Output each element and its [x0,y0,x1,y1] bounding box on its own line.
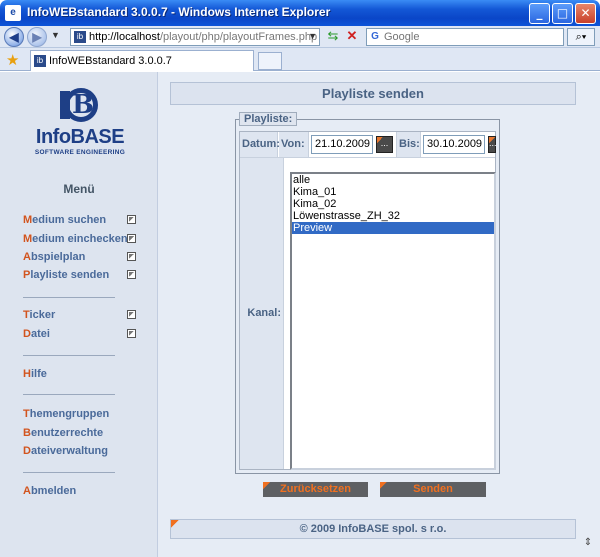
sidebar: B InfoBASE SOFTWARE ENGINEERING Menü Med… [0,72,158,557]
footer-copyright: © 2009 InfoBASE spol. s r.o. [170,519,576,539]
refresh-icon[interactable]: ⇆ [324,28,342,46]
tab-active[interactable]: ib InfoWEBstandard 3.0.0.7 [30,50,254,71]
menu-checkbox-icon [127,215,136,224]
menu-checkbox-icon [127,310,136,319]
infobase-logo: B InfoBASE SOFTWARE ENGINEERING [30,88,130,158]
kanal-label: Kanal: [240,158,284,469]
minimize-button[interactable]: _ [529,3,550,24]
page-favicon: ib [74,31,86,43]
reset-button[interactable]: Zurücksetzen [263,482,368,497]
logo-mark: B [58,88,102,122]
page-content: B InfoBASE SOFTWARE ENGINEERING Menü Med… [0,72,600,557]
menu-checkbox-icon [127,329,136,338]
list-item[interactable]: alle [292,174,494,186]
menu-item-benutzerrechte[interactable]: Benutzerrechte [23,427,103,439]
menu-divider [23,355,115,356]
menu-title: Menü [63,182,95,196]
von-calendar-button[interactable]: ... [376,136,393,153]
form-table: Datum: Von: 21.10.2009 ... Bis: 30.10.20… [239,131,497,470]
stop-icon[interactable]: ✕ [343,28,361,46]
bis-date-field[interactable]: 30.10.2009 [423,135,485,154]
url-path: /playout/php/playoutFrames.php [159,31,318,43]
url-host: http://localhost [89,31,160,43]
menu-item-abspielplan[interactable]: Abspielplan [23,251,85,263]
logo-tagline: SOFTWARE ENGINEERING [34,149,126,156]
window-title: InfoWEBstandard 3.0.0.7 - Windows Intern… [27,5,331,19]
list-item[interactable]: Löwenstrasse_ZH_32 [292,210,494,222]
url-field[interactable]: ib http://localhost/playout/php/playoutF… [70,28,320,46]
tab-favicon: ib [34,55,46,67]
list-item[interactable]: Kima_02 [292,198,494,210]
back-icon[interactable]: ◀ [4,27,24,47]
ie-icon: e [5,5,21,21]
menu-checkbox-icon [127,270,136,279]
bis-calendar-button[interactable]: ... [488,136,497,153]
search-button[interactable]: ⌕▾ [567,28,595,46]
favorites-star-icon[interactable]: ★ [6,51,19,69]
menu-item-playliste-senden[interactable]: Playliste senden [23,269,109,281]
von-label: Von: [279,132,309,157]
list-item-selected[interactable]: Preview [292,222,494,234]
menu-item-ticker[interactable]: Ticker [23,309,55,321]
datum-label: Datum: [240,132,280,157]
list-item[interactable]: Kima_01 [292,186,494,198]
menu-item-abmelden[interactable]: Abmelden [23,485,76,497]
menu-item-medium-einchecken[interactable]: Medium einchecken [23,233,128,245]
tab-bar: ★ ib InfoWEBstandard 3.0.0.7 [0,48,600,71]
search-box[interactable]: G [366,28,564,46]
send-button[interactable]: Senden [380,482,486,497]
menu-item-datei[interactable]: Datei [23,328,50,340]
menu-item-dateiverwaltung[interactable]: Dateiverwaltung [23,445,108,457]
menu-divider [23,472,115,473]
forward-icon[interactable]: ▶ [27,27,47,47]
window-titlebar[interactable]: e InfoWEBstandard 3.0.0.7 - Windows Inte… [0,0,600,26]
address-bar: ◀ ▶ ▼ ib http://localhost/playout/php/pl… [0,26,600,48]
search-input[interactable] [384,30,554,44]
fieldset-legend: Playliste: [239,112,298,126]
menu-divider [23,394,115,395]
tab-title: InfoWEBstandard 3.0.0.7 [49,55,172,67]
menu-item-themengruppen[interactable]: Themengruppen [23,408,109,420]
playliste-fieldset: Playliste: Datum: Von: 21.10.2009 ... Bi… [235,112,500,474]
page-title: Playliste senden [170,82,576,105]
menu-divider [23,297,115,298]
close-button[interactable]: ✕ [575,3,596,24]
menu-checkbox-icon [127,234,136,243]
history-dropdown-icon[interactable]: ▼ [51,30,60,40]
google-icon: G [371,31,379,42]
logo-name: InfoBASE [35,126,125,148]
url-dropdown-icon[interactable]: ▼ [308,31,317,41]
main-panel: Playliste senden Playliste: Datum: Von: … [158,72,600,557]
menu-checkbox-icon [127,252,136,261]
menu-item-medium-suchen[interactable]: Medium suchen [23,214,106,226]
maximize-button[interactable]: □ [552,3,573,24]
kanal-listbox[interactable]: alle Kima_01 Kima_02 Löwenstrasse_ZH_32 … [290,172,496,470]
bis-label: Bis: [396,132,421,157]
new-tab-button[interactable] [258,52,282,70]
menu-item-hilfe[interactable]: Hilfe [23,368,47,380]
von-date-field[interactable]: 21.10.2009 [311,135,373,154]
scroll-corner-icon[interactable]: ⇕ [580,537,596,553]
